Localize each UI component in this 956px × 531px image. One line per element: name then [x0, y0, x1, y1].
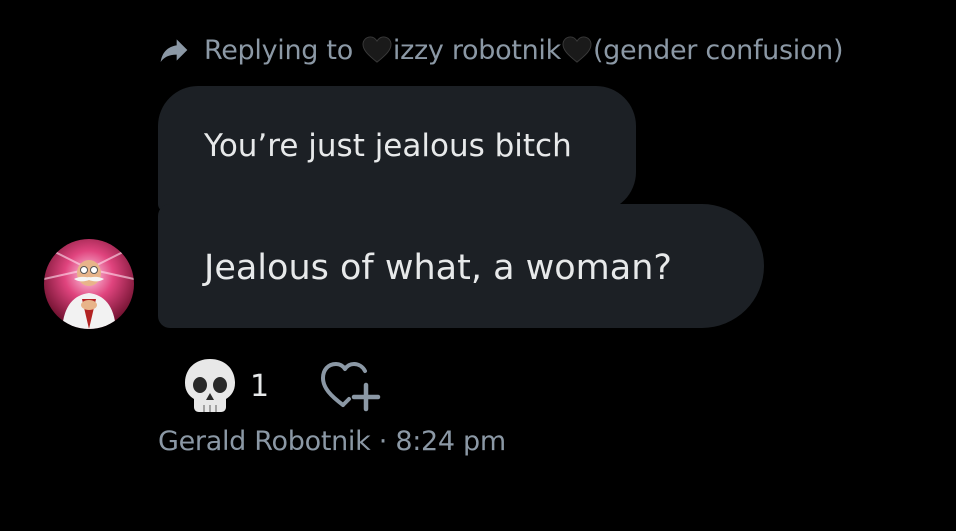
quoted-message-text: You’re just jealous bitch — [204, 128, 572, 164]
skull-icon — [185, 359, 235, 412]
meta-separator: · — [370, 426, 396, 457]
avatar-image — [44, 239, 134, 329]
reply-arrow-icon — [160, 39, 188, 62]
avatar[interactable] — [44, 239, 134, 329]
reaction-skull[interactable]: 1 — [182, 357, 269, 415]
reaction-count: 1 — [250, 368, 270, 404]
message-text: Jealous of what, a woman? — [204, 248, 672, 288]
black-heart-icon — [562, 36, 592, 63]
add-reaction-icon[interactable] — [319, 357, 381, 415]
reply-user-suffix: (gender confusion) — [592, 34, 844, 66]
message-bubble[interactable]: Jealous of what, a woman? — [158, 204, 764, 328]
reply-prefix: Replying to — [204, 34, 353, 66]
reply-context[interactable]: Replying to izzy robotnik (gender confus… — [158, 30, 844, 70]
quoted-message-bubble[interactable]: You’re just jealous bitch — [158, 86, 636, 212]
message-meta: Gerald Robotnik · 8:24 pm — [158, 426, 506, 457]
sender-name[interactable]: Gerald Robotnik — [158, 426, 371, 457]
black-heart-icon — [362, 36, 392, 63]
reply-user-name[interactable]: izzy robotnik — [393, 35, 561, 66]
reactions-bar: 1 — [182, 356, 381, 416]
message-time: 8:24 pm — [395, 426, 506, 457]
